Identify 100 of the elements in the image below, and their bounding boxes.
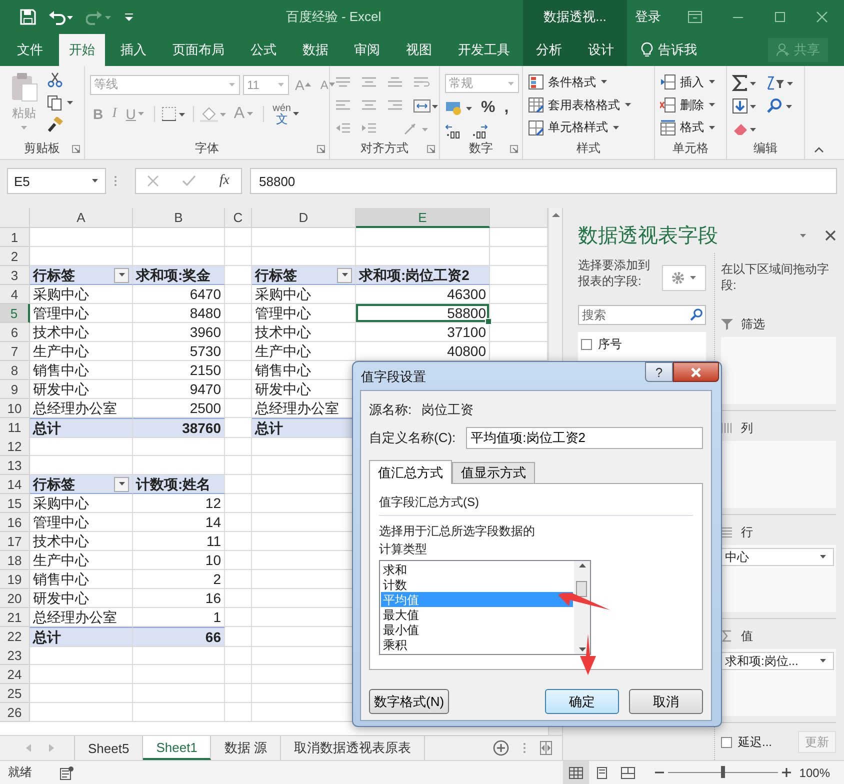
currency-icon[interactable] <box>445 100 475 116</box>
border-icon[interactable] <box>160 106 187 122</box>
filter-button[interactable] <box>337 268 352 282</box>
search-field[interactable]: 搜索 <box>578 305 706 325</box>
list-item[interactable]: 求和 <box>381 562 573 577</box>
row-header[interactable]: 10 <box>0 399 30 418</box>
insert-function-button[interactable]: fx <box>219 173 230 189</box>
dialog-button[interactable]: 确定 <box>545 689 619 714</box>
redo-icon[interactable] <box>86 9 112 25</box>
row-header[interactable]: 6 <box>0 323 30 342</box>
add-sheet-icon[interactable] <box>493 740 509 756</box>
macro-record-icon[interactable] <box>60 766 74 780</box>
field-chip[interactable]: 中心 <box>721 548 834 566</box>
ribbon-tab[interactable]: 审阅 <box>344 34 390 66</box>
list-item[interactable]: 乘积 <box>381 637 573 652</box>
sign-in-link[interactable]: 登录 <box>627 8 669 26</box>
row-header[interactable]: 3 <box>0 266 30 285</box>
column-header[interactable]: D <box>252 208 356 228</box>
drop-area[interactable]: 求和项:岗位... <box>721 649 836 716</box>
ribbon-command[interactable]: 单元格样式 <box>528 117 632 138</box>
row-header[interactable]: 15 <box>0 494 30 513</box>
lightbulb-icon[interactable] <box>641 42 653 58</box>
scroll-up-icon[interactable] <box>552 212 560 218</box>
settings-button[interactable] <box>662 265 706 291</box>
row-header[interactable]: 24 <box>0 665 30 684</box>
eraser-icon[interactable] <box>732 121 758 138</box>
dialog-launcher-icon[interactable] <box>317 145 325 153</box>
dialog-button[interactable]: 取消 <box>629 689 703 714</box>
split-icon[interactable] <box>540 741 552 755</box>
save-icon[interactable] <box>20 9 36 25</box>
search-icon[interactable] <box>766 98 794 114</box>
comma-button[interactable]: , <box>501 99 512 117</box>
close-icon[interactable] <box>825 230 836 241</box>
scroll-down-icon[interactable] <box>578 647 586 652</box>
close-icon[interactable] <box>816 11 828 23</box>
fill-down-icon[interactable] <box>732 98 758 114</box>
close-button[interactable] <box>673 362 719 382</box>
column-header[interactable]: A <box>30 208 133 228</box>
collapse-icon[interactable] <box>814 147 824 153</box>
filter-button[interactable] <box>114 268 129 282</box>
filter-button[interactable] <box>114 476 129 492</box>
sort-filter-icon[interactable] <box>766 74 794 91</box>
ribbon-command[interactable]: 条件格式 <box>528 72 632 93</box>
ribbon-tab[interactable]: 数据 <box>292 34 338 66</box>
ribbon-display-icon[interactable] <box>688 11 702 23</box>
ribbon-tab[interactable]: 页面布局 <box>162 34 235 66</box>
scroll-up-icon[interactable] <box>578 563 586 568</box>
ribbon-command[interactable]: 格式 <box>660 117 716 138</box>
dialog-launcher-icon[interactable] <box>510 145 518 153</box>
ribbon-tab[interactable]: 设计 <box>575 34 627 66</box>
ribbon-tab[interactable]: 分析 <box>523 34 575 66</box>
ribbon-command[interactable]: 插入 <box>660 72 716 93</box>
scissors-icon[interactable] <box>47 72 63 88</box>
row-header[interactable]: 11 <box>0 418 30 438</box>
row-header[interactable]: 23 <box>0 646 30 665</box>
row-header[interactable]: 8 <box>0 361 30 380</box>
row-header[interactable]: 2 <box>0 247 30 266</box>
zoom-level[interactable]: 100% <box>799 766 844 780</box>
dialog-launcher-icon[interactable] <box>72 145 80 153</box>
maximize-icon[interactable] <box>774 11 786 23</box>
row-header[interactable]: 14 <box>0 475 30 494</box>
decrease-decimal-icon[interactable] <box>471 123 489 139</box>
list-item[interactable]: 最大值 <box>381 607 573 622</box>
view-button[interactable] <box>563 761 590 784</box>
row-header[interactable]: 20 <box>0 589 30 608</box>
ribbon-tab[interactable]: 开发工具 <box>448 34 520 66</box>
row-header[interactable]: 25 <box>0 684 30 703</box>
list-box[interactable]: 求和 计数 平均值 最大值 最小值 乘积 <box>379 560 591 655</box>
checkbox[interactable] <box>721 736 732 748</box>
list-item[interactable]: 最小值 <box>381 622 573 637</box>
dropdown-icon[interactable] <box>799 232 809 238</box>
checkbox[interactable] <box>581 339 592 350</box>
row-header[interactable]: 16 <box>0 513 30 532</box>
row-header[interactable]: 26 <box>0 703 30 722</box>
name-box[interactable]: E5 <box>7 168 106 194</box>
row-header[interactable]: 22 <box>0 627 30 647</box>
row-header[interactable]: 17 <box>0 532 30 551</box>
percent-button[interactable]: % <box>478 99 498 117</box>
ribbon-tab[interactable]: 文件 <box>6 34 53 66</box>
dialog-tab[interactable]: 值汇总方式 <box>369 460 452 484</box>
defer-label[interactable]: 延迟... <box>738 734 772 750</box>
help-button[interactable]: ? <box>645 362 673 382</box>
row-header[interactable]: 12 <box>0 437 30 456</box>
column-header[interactable]: C <box>225 208 252 228</box>
row-header[interactable]: 1 <box>0 228 30 247</box>
field-chip[interactable]: 求和项:岗位... <box>721 652 834 670</box>
row-header[interactable]: 18 <box>0 551 30 570</box>
customize-icon[interactable] <box>124 12 134 22</box>
dialog-launcher-icon[interactable] <box>427 145 435 153</box>
sum-icon[interactable] <box>732 74 758 91</box>
row-header[interactable]: 4 <box>0 285 30 304</box>
drop-area[interactable]: 中心 <box>721 545 836 612</box>
fill-color-icon[interactable] <box>200 106 228 122</box>
ribbon-command[interactable]: 删除 <box>660 94 716 116</box>
row-header[interactable]: 5 <box>0 304 30 323</box>
dialog-tab[interactable]: 值显示方式 <box>452 462 535 483</box>
row-header[interactable]: 7 <box>0 342 30 361</box>
ribbon-tab[interactable]: 公式 <box>240 34 286 66</box>
row-header[interactable]: 21 <box>0 608 30 627</box>
field-name[interactable]: 序号 <box>598 336 622 353</box>
